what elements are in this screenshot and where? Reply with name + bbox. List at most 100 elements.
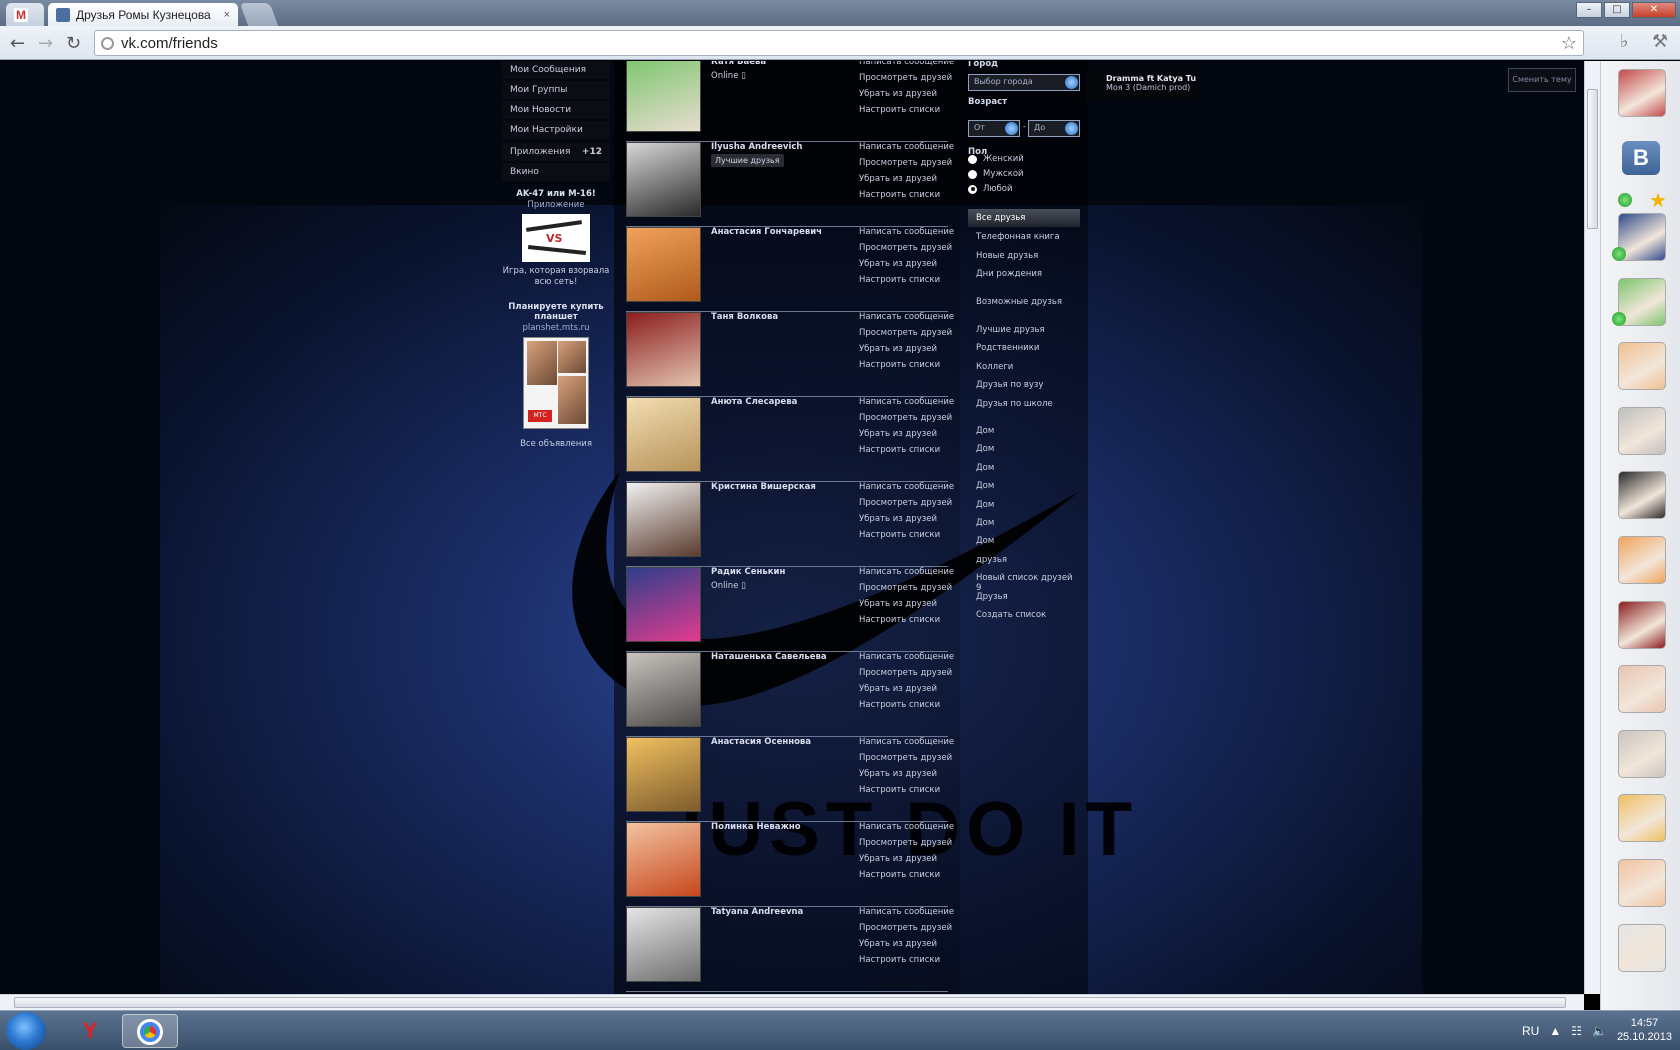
remove-friend-link[interactable]: Убрать из друзей [859,939,959,955]
age-from-select[interactable]: От [968,120,1020,137]
friend-name[interactable]: Кристина Вишерская [711,482,816,492]
friend-list-item[interactable]: Родственники [968,343,1080,353]
friend-name[interactable]: Наташенька Савельева [711,652,827,662]
ad-tablet[interactable]: Планируете купить планшет planshet.mts.r… [502,302,610,430]
friend-list-item[interactable]: Друзья по вузу [968,380,1080,390]
friend-name[interactable]: Анастасия Гончаревич [711,227,822,237]
friend-name[interactable]: Ilyusha Andreevich [711,142,802,152]
send-message-link[interactable]: Написать сообщение [859,397,959,413]
friend-avatar[interactable] [626,822,701,897]
start-button[interactable] [6,1012,46,1050]
bookmark-star-icon[interactable]: ☆ [1561,33,1577,54]
forward-arrow-icon[interactable]: → [38,33,53,54]
menu-apps[interactable]: Приложения +12 [502,143,610,161]
menu-vkino[interactable]: Вкино [502,163,610,181]
remove-friend-link[interactable]: Убрать из друзей [859,259,959,275]
radio-icon[interactable] [968,169,977,179]
view-friends-link[interactable]: Просмотреть друзей [859,328,959,344]
configure-lists-link[interactable]: Настроить списки [859,275,959,291]
ad-image[interactable]: МТС [523,337,589,430]
dropdown-icon[interactable] [1065,122,1078,135]
friend-list-item[interactable]: Дом [968,481,1080,491]
list-all-friends[interactable]: Все друзья [968,209,1080,227]
network-icon[interactable]: ☷ [1571,1024,1582,1038]
gender-option[interactable]: Мужской [968,169,1024,179]
sidebar-friend-avatar[interactable] [1618,729,1666,778]
sidebar-friend-avatar[interactable] [1618,665,1666,714]
horizontal-scrollbar[interactable] [0,994,1584,1010]
view-friends-link[interactable]: Просмотреть друзей [859,838,959,854]
friend-list-item[interactable]: Дом [968,500,1080,510]
sidebar-friend-avatar[interactable] [1618,600,1666,649]
friend-list-item[interactable]: Телефонная книга [968,232,1080,242]
list-possible-friends[interactable]: Возможные друзья [968,297,1080,307]
sidebar-friend-avatar[interactable] [1618,471,1666,520]
sidebar-friend-avatar[interactable] [1618,536,1666,584]
dropdown-icon[interactable] [1005,122,1018,135]
address-bar[interactable]: vk.com/friends ☆ [94,30,1584,56]
friend-avatar[interactable] [626,482,701,557]
remove-friend-link[interactable]: Убрать из друзей [859,599,959,615]
wrench-icon[interactable]: ⚒ [1652,31,1668,52]
remove-friend-link[interactable]: Убрать из друзей [859,89,959,105]
remove-friend-link[interactable]: Убрать из друзей [859,684,959,700]
remove-friend-link[interactable]: Убрать из друзей [859,514,959,530]
send-message-link[interactable]: Написать сообщение [859,652,959,668]
friend-list-item[interactable]: Новые друзья [968,251,1080,261]
new-tab-button[interactable] [239,3,279,26]
remove-friend-link[interactable]: Убрать из друзей [859,769,959,785]
menu-settings[interactable]: Мои Настройки [502,121,610,139]
view-friends-link[interactable]: Просмотреть друзей [859,413,959,429]
friend-name[interactable]: Катя Баева [711,61,766,67]
friend-list-item[interactable]: Дом [968,463,1080,473]
friend-avatar[interactable] [626,907,701,982]
send-message-link[interactable]: Написать сообщение [859,567,959,583]
send-message-link[interactable]: Написать сообщение [859,61,959,73]
ad-image[interactable]: VS [522,214,590,263]
all-ads-link[interactable]: Все объявления [502,439,610,450]
friend-name[interactable]: Анастасия Осеннова [711,737,811,747]
remove-friend-link[interactable]: Убрать из друзей [859,854,959,870]
friend-avatar[interactable] [626,312,701,387]
send-message-link[interactable]: Написать сообщение [859,227,959,243]
configure-lists-link[interactable]: Настроить списки [859,105,959,121]
configure-lists-link[interactable]: Настроить списки [859,955,959,971]
view-friends-link[interactable]: Просмотреть друзей [859,583,959,599]
radio-icon[interactable] [968,154,977,164]
friend-avatar[interactable] [626,567,701,642]
menu-messages[interactable]: Мои Сообщения [502,61,610,79]
friend-name[interactable]: Таня Волкова [711,312,778,322]
scroll-thumb[interactable] [14,997,1566,1008]
configure-lists-link[interactable]: Настроить списки [859,785,959,801]
friend-list-item[interactable]: друзья [968,555,1080,565]
language-indicator[interactable]: RU [1522,1024,1539,1038]
remove-friend-link[interactable]: Убрать из друзей [859,344,959,360]
friend-list-item[interactable]: Коллеги [968,362,1080,372]
friend-list-item[interactable]: Друзья [968,592,1080,602]
view-friends-link[interactable]: Просмотреть друзей [859,73,959,89]
friend-avatar[interactable] [626,737,701,812]
minimize-button[interactable]: – [1576,2,1602,18]
city-select[interactable]: Выбор города [968,74,1080,91]
friend-list-item[interactable]: Лучшие друзья [968,325,1080,335]
gender-option[interactable]: Любой [968,184,1013,194]
maximize-button[interactable]: □ [1604,2,1630,18]
friend-name[interactable]: Полинка Неважно [711,822,801,832]
view-friends-link[interactable]: Просмотреть друзей [859,923,959,939]
sidebar-friend-avatar[interactable] [1618,859,1666,907]
friend-list-badge[interactable]: Лучшие друзья [711,154,784,167]
friend-list-item[interactable]: Друзья по школе [968,399,1080,409]
configure-lists-link[interactable]: Настроить списки [859,445,959,461]
music-widget[interactable]: Dramma ft Katya Tu Моя 3 (Damich prod) [1086,71,1198,101]
remove-friend-link[interactable]: Убрать из друзей [859,429,959,445]
ad-ak47[interactable]: AK-47 или M-16! Приложение VS Игра, кото… [502,189,610,288]
dropdown-icon[interactable] [1065,76,1078,89]
friend-name[interactable]: Анюта Слесарева [711,397,797,407]
create-list-link[interactable]: Создать список [968,610,1080,620]
sidebar-friend-avatar[interactable] [1618,342,1666,391]
configure-lists-link[interactable]: Настроить списки [859,700,959,716]
remove-friend-link[interactable]: Убрать из друзей [859,174,959,190]
view-friends-link[interactable]: Просмотреть друзей [859,243,959,259]
view-friends-link[interactable]: Просмотреть друзей [859,498,959,514]
sidebar-friend-avatar[interactable] [1618,69,1666,117]
